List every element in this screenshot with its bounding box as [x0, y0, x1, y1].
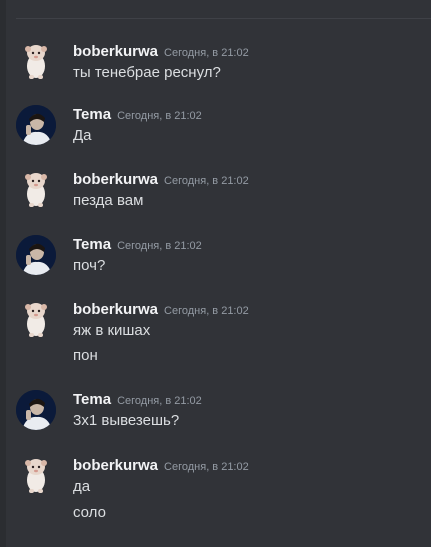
timestamp: Сегодня, в 21:02: [164, 175, 249, 187]
person-avatar-icon[interactable]: [16, 390, 56, 430]
timestamp: Сегодня, в 21:02: [117, 395, 202, 407]
username[interactable]: Tema: [73, 106, 111, 123]
left-edge-rail: [0, 0, 6, 547]
message-header: boberkurwa Сегодня, в 21:02: [73, 456, 249, 476]
hamster-avatar-icon[interactable]: [16, 300, 56, 340]
message-text: 3х1 вывезешь?: [73, 412, 180, 429]
username[interactable]: boberkurwa: [73, 457, 158, 474]
person-avatar-icon[interactable]: [16, 235, 56, 275]
message-text: соло: [73, 504, 106, 521]
top-divider: [16, 18, 431, 19]
message-header: boberkurwa Сегодня, в 21:02: [73, 170, 249, 190]
hamster-avatar-icon[interactable]: [16, 170, 56, 210]
username[interactable]: Tema: [73, 236, 111, 253]
username[interactable]: boberkurwa: [73, 171, 158, 188]
timestamp: Сегодня, в 21:02: [117, 110, 202, 122]
message-text: яж в кишах: [73, 322, 151, 339]
message-text: Да: [73, 127, 92, 144]
hamster-avatar-icon[interactable]: [16, 42, 56, 82]
username[interactable]: Tema: [73, 391, 111, 408]
timestamp: Сегодня, в 21:02: [117, 240, 202, 252]
timestamp: Сегодня, в 21:02: [164, 47, 249, 59]
message-text: поч?: [73, 257, 106, 274]
chat-message-list: boberkurwa Сегодня, в 21:02 ты тенебрае р…: [0, 0, 431, 547]
message-text: ты тенебрае реснул?: [73, 64, 221, 81]
message-header: Tema Сегодня, в 21:02: [73, 390, 202, 410]
message-header: boberkurwa Сегодня, в 21:02: [73, 42, 249, 62]
message-header: Tema Сегодня, в 21:02: [73, 105, 202, 125]
person-avatar-icon[interactable]: [16, 105, 56, 145]
hamster-avatar-icon[interactable]: [16, 456, 56, 496]
message-text: да: [73, 478, 91, 495]
message-text: пон: [73, 347, 98, 364]
timestamp: Сегодня, в 21:02: [164, 461, 249, 473]
message-header: boberkurwa Сегодня, в 21:02: [73, 300, 249, 320]
message-text: пезда вам: [73, 192, 144, 209]
username[interactable]: boberkurwa: [73, 43, 158, 60]
message-header: Tema Сегодня, в 21:02: [73, 235, 202, 255]
username[interactable]: boberkurwa: [73, 301, 158, 318]
timestamp: Сегодня, в 21:02: [164, 305, 249, 317]
